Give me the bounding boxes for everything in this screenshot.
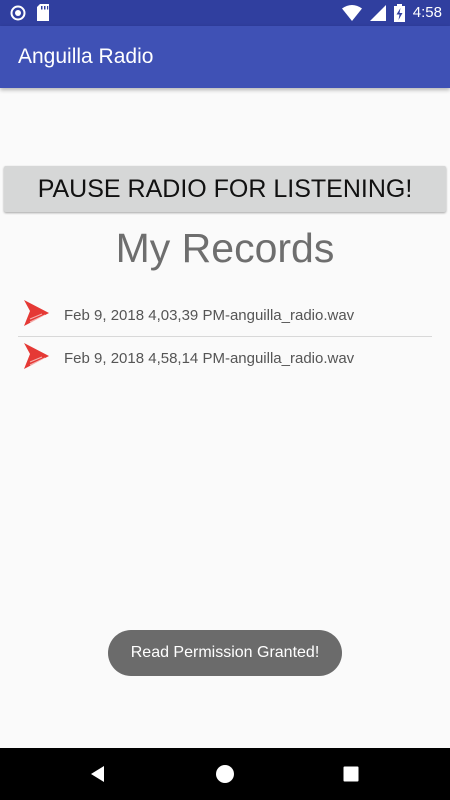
- sd-card-icon: [37, 4, 49, 21]
- toast-message: Read Permission Granted!: [108, 630, 342, 676]
- status-bar: 4:58: [0, 0, 450, 26]
- record-item[interactable]: Feb 9, 2018 4,58,14 PM-anguilla_radio.wa…: [18, 339, 432, 379]
- status-right-icons: 4:58: [341, 3, 442, 23]
- play-icon: [24, 300, 49, 326]
- records-title: My Records: [115, 225, 335, 271]
- app-bar: Anguilla Radio: [0, 26, 450, 88]
- status-left-icons: [10, 4, 50, 21]
- record-item[interactable]: Feb 9, 2018 4,03,39 PM-anguilla_radio.wa…: [18, 296, 432, 337]
- status-time: 4:58: [412, 4, 442, 21]
- navigation-bar: [0, 748, 450, 800]
- sync-icon: [10, 5, 26, 20]
- record-label: Feb 9, 2018 4,03,39 PM-anguilla_radio.wa…: [64, 307, 355, 324]
- record-label: Feb 9, 2018 4,58,14 PM-anguilla_radio.wa…: [64, 350, 355, 367]
- recents-icon[interactable]: [339, 762, 363, 786]
- battery-charging-icon: [393, 4, 405, 22]
- back-icon[interactable]: [86, 762, 110, 786]
- wifi-icon: [341, 5, 362, 21]
- pause-radio-button[interactable]: PAUSE RADIO FOR LISTENING!: [4, 166, 446, 212]
- app-title: Anguilla Radio: [18, 45, 154, 68]
- home-icon[interactable]: [213, 762, 237, 786]
- play-icon: [24, 343, 49, 369]
- signal-icon: [369, 5, 386, 21]
